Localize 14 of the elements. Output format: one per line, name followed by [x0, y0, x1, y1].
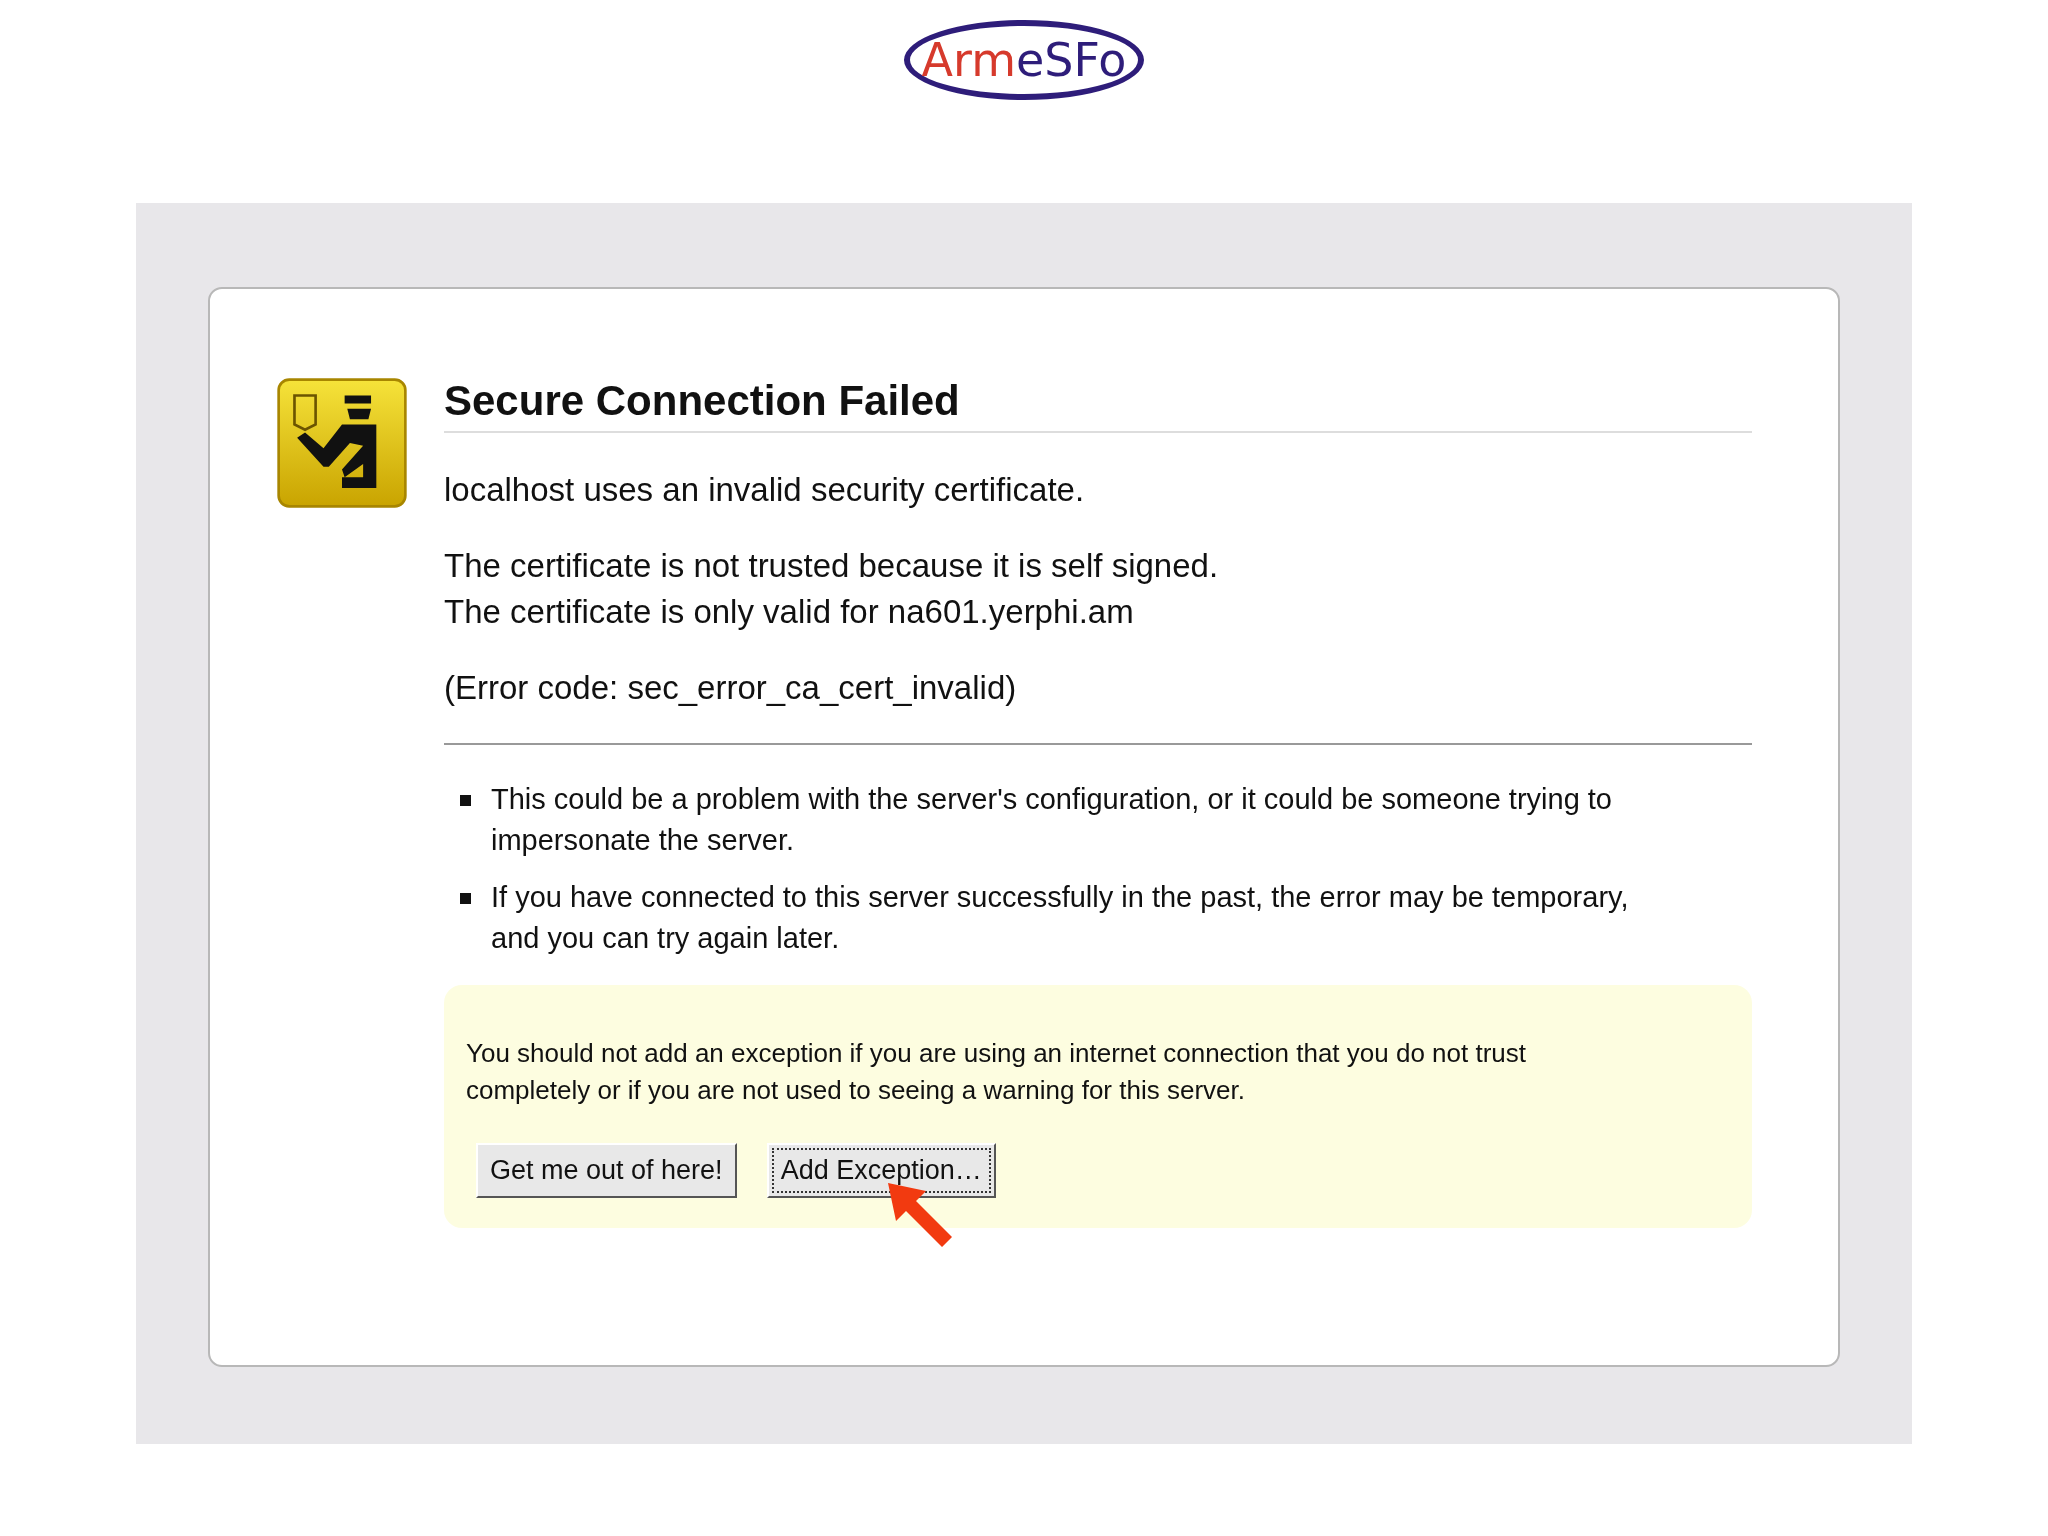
error-detail: The certificate is not trusted because it is self signed. [444, 547, 1220, 585]
page-title: Secure Connection Failed [444, 377, 1752, 433]
add-exception-button[interactable]: Add Exception… [766, 1143, 996, 1198]
bullet-icon [460, 795, 471, 806]
bullet-text: This could be a problem with the server's configuration, or it could be someone trying to impersonate the server. [491, 782, 1613, 858]
error-detail: The certificate is only valid for na601.yerphi.am [444, 593, 1135, 631]
leave-button[interactable]: Get me out of here! [476, 1143, 737, 1198]
error-message: localhost uses an invalid security certificate. [444, 471, 1086, 509]
officer-icon [276, 377, 408, 509]
bullet-icon [460, 893, 471, 904]
logo: ArmeSFo [904, 20, 1144, 100]
warning-text: You should not add an exception if you are using an internet connection that you do not trust completely or if you are not used to seeing a warning for this server. [466, 1037, 1527, 1107]
error-code: (Error code: sec_error_ca_cert_invalid) [444, 669, 1018, 707]
bullet-text: If you have connected to this server successfully in the past, the error may be temporary, and you can try again later. [491, 880, 1630, 956]
